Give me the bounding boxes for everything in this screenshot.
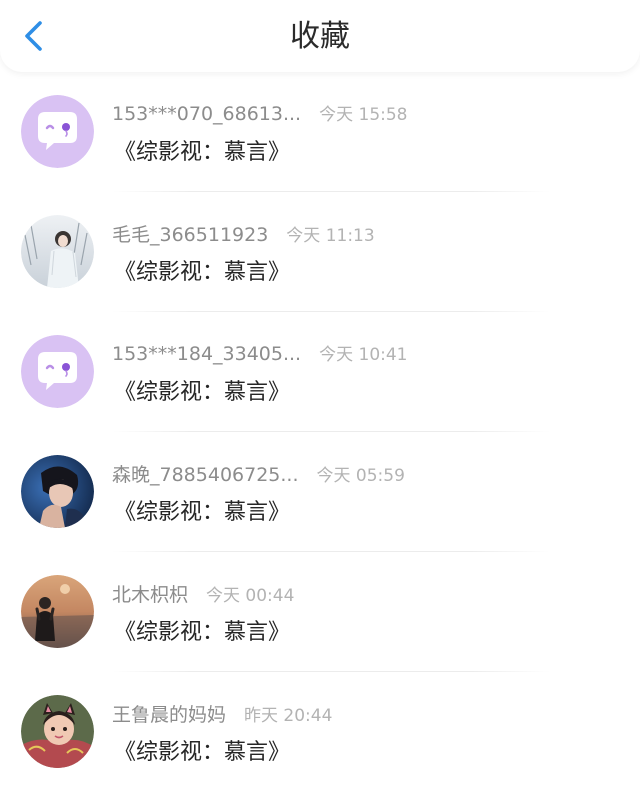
item-meta: 王鲁晨的妈妈 昨天 20:44 (112, 700, 332, 728)
post-time: 昨天 20:44 (244, 706, 333, 726)
book-title[interactable]: 《综影视：慕言》 (114, 494, 290, 526)
top-bar: 收藏 (0, 0, 640, 72)
post-time: 今天 10:41 (319, 345, 408, 365)
item-meta: 森晚_7885406725... 今天 05:59 (112, 460, 405, 488)
page-title: 收藏 (290, 19, 350, 54)
user-name[interactable]: 153***184_33405... (112, 343, 301, 365)
item-meta: 153***070_68613... 今天 15:58 (112, 100, 408, 128)
user-name[interactable]: 153***070_68613... (112, 103, 301, 125)
photo-avatar-icon (21, 215, 94, 288)
photo-avatar-icon (21, 455, 94, 528)
book-title[interactable]: 《综影视：慕言》 (114, 254, 290, 286)
item-meta: 毛毛_366511923 今天 11:13 (112, 220, 375, 248)
photo-avatar-icon (21, 695, 94, 768)
book-title[interactable]: 《综影视：慕言》 (114, 614, 290, 646)
book-title[interactable]: 《综影视：慕言》 (114, 134, 290, 166)
list-item[interactable]: 153***070_68613... 今天 15:58 《综影视：慕言》 (0, 72, 640, 192)
default-avatar-chat-icon (21, 95, 94, 168)
user-name[interactable]: 森晚_7885406725... (112, 460, 299, 487)
bottom-fade (0, 782, 640, 790)
item-meta: 153***184_33405... 今天 10:41 (112, 340, 408, 368)
favorites-list: 153***070_68613... 今天 15:58 《综影视：慕言》 毛毛_… (0, 72, 640, 790)
post-time: 今天 11:13 (286, 226, 375, 246)
post-time: 今天 00:44 (206, 586, 295, 606)
user-name[interactable]: 毛毛_366511923 (112, 220, 268, 247)
post-time: 今天 15:58 (319, 105, 408, 125)
avatar[interactable] (21, 95, 94, 168)
list-item[interactable]: 153***184_33405... 今天 10:41 《综影视：慕言》 (0, 312, 640, 432)
avatar[interactable] (21, 215, 94, 288)
avatar[interactable] (21, 455, 94, 528)
book-title[interactable]: 《综影视：慕言》 (114, 734, 290, 766)
list-item[interactable]: 森晚_7885406725... 今天 05:59 《综影视：慕言》 (0, 432, 640, 552)
avatar[interactable] (21, 335, 94, 408)
list-item[interactable]: 北木枳枳 今天 00:44 《综影视：慕言》 (0, 552, 640, 672)
item-meta: 北木枳枳 今天 00:44 (112, 580, 294, 608)
post-time: 今天 05:59 (316, 466, 405, 486)
photo-avatar-icon (21, 575, 94, 648)
list-item[interactable]: 王鲁晨的妈妈 昨天 20:44 《综影视：慕言》 (0, 672, 640, 790)
user-name[interactable]: 王鲁晨的妈妈 (112, 700, 226, 727)
favorites-screen: 收藏 153***070_68613... 今天 15:58 《综影视：慕言》 (0, 0, 640, 790)
default-avatar-chat-icon (21, 335, 94, 408)
avatar[interactable] (21, 695, 94, 768)
book-title[interactable]: 《综影视：慕言》 (114, 374, 290, 406)
avatar[interactable] (21, 575, 94, 648)
user-name[interactable]: 北木枳枳 (112, 580, 188, 607)
list-item[interactable]: 毛毛_366511923 今天 11:13 《综影视：慕言》 (0, 192, 640, 312)
